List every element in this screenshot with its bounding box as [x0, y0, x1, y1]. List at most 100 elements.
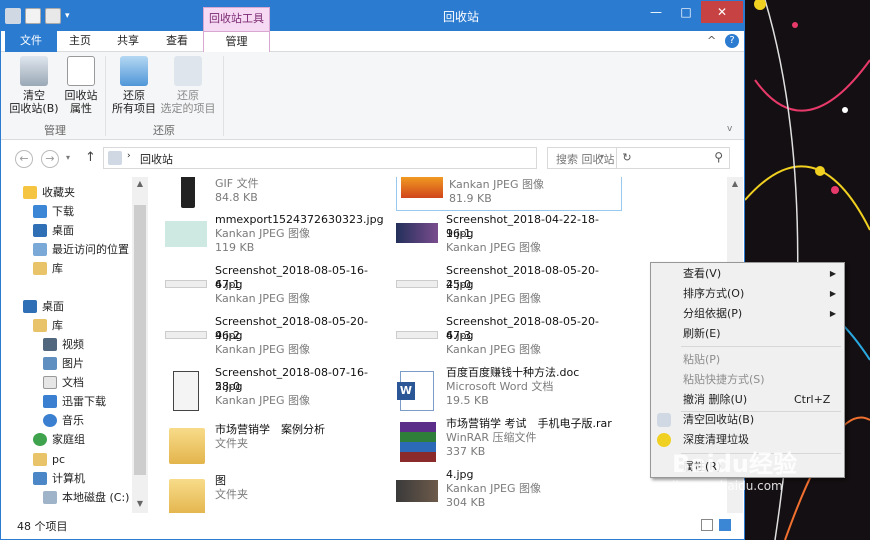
- file-type: Kankan JPEG 图像: [449, 178, 544, 191]
- menu-item-sort-by[interactable]: 排序方式(O) ▶: [651, 284, 844, 304]
- menu-label: 分组依据(P): [683, 307, 743, 320]
- nav-item-pictures[interactable]: 图片: [43, 354, 84, 372]
- nav-item-local-disk-c[interactable]: 本地磁盘 (C:): [43, 488, 129, 506]
- file-thumbnail: [165, 221, 207, 247]
- restore-selected-button[interactable]: 还原 选定的项目: [159, 56, 217, 115]
- list-item[interactable]: Screenshot_2018-08-05-20-47-3 6.jpg Kank…: [382, 315, 612, 365]
- breadcrumb[interactable]: 回收站: [140, 151, 173, 167]
- menu-item-paste-shortcut[interactable]: 粘贴快捷方式(S): [651, 370, 844, 390]
- file-name-line2: 6.jpg: [215, 278, 243, 291]
- list-item[interactable]: 市场营销学 考试 手机电子版.rar WinRAR 压缩文件 337 KB: [382, 417, 612, 467]
- list-item[interactable]: W 百度百度赚钱十种方法.doc Microsoft Word 文档 19.5 …: [382, 366, 612, 416]
- list-item[interactable]: 图 文件夹: [151, 474, 381, 513]
- properties-icon[interactable]: [25, 8, 41, 24]
- nav-item-computer[interactable]: 计算机: [33, 469, 85, 487]
- file-thumbnail: [401, 177, 443, 198]
- restore-all-button[interactable]: 还原 所有项目: [109, 56, 159, 115]
- list-item[interactable]: 市场营销学 案例分析 文件夹: [151, 423, 381, 473]
- expand-ribbon-icon[interactable]: v: [727, 124, 732, 134]
- nav-item-music[interactable]: 音乐: [43, 411, 84, 429]
- list-item[interactable]: Screenshot_2018-04-22-18-16-1 9.jpg Kank…: [382, 213, 612, 263]
- nav-item-documents[interactable]: 文档: [43, 373, 84, 391]
- tab-file[interactable]: 文件: [5, 31, 57, 52]
- file-type: Kankan JPEG 图像: [215, 343, 310, 356]
- up-icon[interactable]: ↑: [85, 150, 96, 165]
- restore-all-label-line2: 所有项目: [112, 102, 156, 115]
- file-name: 图: [215, 474, 226, 487]
- folder-icon: [169, 428, 205, 464]
- maximize-button[interactable]: □: [671, 1, 701, 23]
- menu-item-empty-bin[interactable]: 清空回收站(B): [651, 410, 844, 430]
- nav-item-library-fav[interactable]: 库: [33, 259, 63, 277]
- nav-label: 计算机: [52, 472, 85, 485]
- nav-item-downloads[interactable]: 下载: [33, 202, 74, 220]
- tab-home[interactable]: 主页: [59, 31, 101, 52]
- recent-locations-icon[interactable]: ▾: [66, 153, 70, 162]
- forward-icon[interactable]: →: [41, 150, 59, 168]
- list-item[interactable]: Screenshot_2018-08-05-20-46-2 9.jpg Kank…: [151, 315, 381, 365]
- homegroup-icon: [33, 432, 47, 446]
- desktop-icon: [33, 223, 47, 237]
- nav-label: 桌面: [42, 300, 64, 313]
- help-icon[interactable]: ?: [725, 34, 739, 48]
- scroll-thumb[interactable]: [134, 205, 146, 475]
- tiles-view-icon[interactable]: [719, 519, 731, 531]
- list-item[interactable]: Screenshot_2018-08-07-16-58-0 2.jpg Kank…: [151, 366, 381, 416]
- nav-item-desktop[interactable]: 桌面: [33, 221, 74, 239]
- submenu-arrow-icon: ▶: [829, 269, 836, 278]
- address-bar[interactable]: › 回收站 ▾ ↻: [103, 147, 632, 169]
- menu-item-undo-delete[interactable]: 撤消 删除(U) Ctrl+Z: [651, 390, 844, 410]
- tab-share[interactable]: 共享: [105, 31, 151, 52]
- recent-places-icon: [33, 242, 47, 256]
- nav-item-recent[interactable]: 最近访问的位置: [33, 240, 129, 258]
- bin-properties-icon: [67, 56, 95, 86]
- collapse-ribbon-icon[interactable]: ^: [707, 34, 716, 47]
- scroll-down-icon[interactable]: ▼: [132, 499, 148, 508]
- tab-manage[interactable]: 管理: [203, 31, 270, 53]
- minimize-button[interactable]: —: [641, 1, 671, 23]
- file-type: 文件夹: [215, 437, 248, 450]
- details-view-icon[interactable]: [701, 519, 713, 531]
- nav-scrollbar[interactable]: ▲ ▼: [132, 177, 148, 513]
- watermark-brand: Baidu经验: [672, 450, 797, 478]
- menu-item-paste[interactable]: 粘贴(P): [651, 350, 844, 370]
- list-item[interactable]: mmexport1524372630323.jpg Kankan JPEG 图像…: [151, 213, 384, 263]
- list-item[interactable]: Screenshot_2018-08-05-20-45-0 2.jpg Kank…: [382, 264, 612, 314]
- tab-view[interactable]: 查看: [155, 31, 199, 52]
- bin-props-label-line2: 属性: [70, 102, 92, 115]
- close-button[interactable]: ✕: [701, 1, 743, 23]
- empty-recycle-bin-button[interactable]: 清空 回收站(B): [9, 56, 59, 115]
- nav-item-thunder[interactable]: 迅雷下载: [43, 392, 106, 410]
- list-item[interactable]: Kankan JPEG 图像 81.9 KB: [396, 177, 622, 211]
- file-type: GIF 文件: [215, 177, 259, 190]
- desktop-icon: [23, 299, 37, 313]
- menu-item-group-by[interactable]: 分组依据(P) ▶: [651, 304, 844, 324]
- library-icon: [33, 261, 47, 275]
- nav-item-pc[interactable]: pc: [33, 450, 65, 468]
- menu-item-view[interactable]: 查看(V) ▶: [651, 264, 844, 284]
- breadcrumb-chevron-icon[interactable]: ›: [127, 151, 131, 161]
- nav-item-homegroup[interactable]: 家庭组: [33, 430, 85, 448]
- nav-item-libraries[interactable]: 库: [33, 316, 63, 334]
- list-item[interactable]: 4.jpg Kankan JPEG 图像 304 KB: [382, 468, 612, 513]
- group-restore-label: 还原: [153, 124, 175, 137]
- scroll-up-icon[interactable]: ▲: [132, 179, 148, 188]
- list-item[interactable]: Screenshot_2018-08-05-16-47-1 6.jpg Kank…: [151, 264, 381, 314]
- nav-item-desktop-root[interactable]: 桌面: [23, 297, 64, 315]
- customize-qat-icon[interactable]: ▾: [65, 11, 70, 21]
- file-name-line2: 2.jpg: [215, 380, 243, 393]
- nav-item-videos[interactable]: 视频: [43, 335, 84, 353]
- video-icon: [43, 337, 57, 351]
- music-icon: [43, 413, 57, 427]
- search-input[interactable]: 搜索 回收站 ⚲: [547, 147, 730, 169]
- restore-selected-label-line1: 还原: [177, 89, 199, 102]
- menu-item-refresh[interactable]: 刷新(E): [651, 324, 844, 344]
- nav-item-favorites[interactable]: 收藏夹: [23, 183, 75, 201]
- bin-properties-button[interactable]: 回收站 属性: [61, 56, 101, 115]
- file-type: Kankan JPEG 图像: [446, 482, 541, 495]
- drive-icon: [43, 490, 57, 504]
- new-folder-icon[interactable]: [45, 8, 61, 24]
- scroll-up-icon[interactable]: ▲: [727, 179, 743, 188]
- back-icon[interactable]: ←: [15, 150, 33, 168]
- pictures-icon: [43, 356, 57, 370]
